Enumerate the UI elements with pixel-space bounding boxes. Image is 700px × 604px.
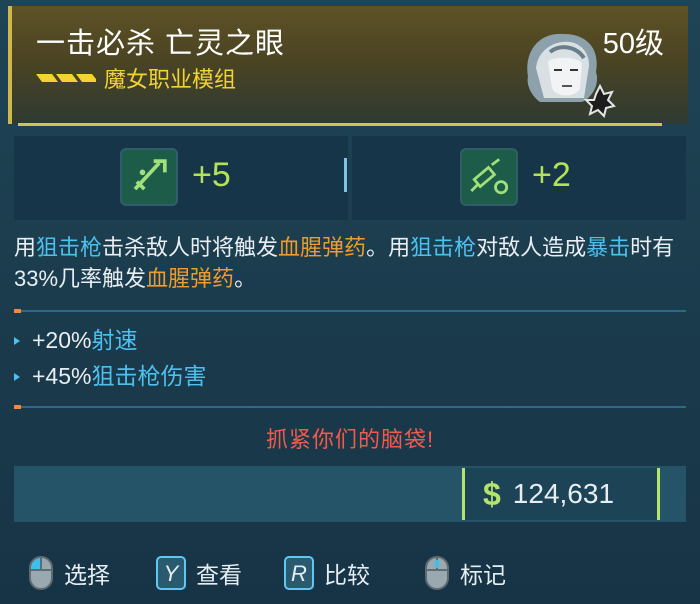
rarity-chevrons-icon (36, 74, 96, 82)
currency-icon: $ (483, 475, 501, 512)
bonus-item: +45%狙击枪伤害 (14, 358, 206, 394)
section-divider (14, 309, 686, 313)
select-control[interactable]: 选择 (28, 554, 110, 592)
key-letter: Y (164, 561, 180, 586)
bonus-label: 狙击枪伤害 (91, 363, 207, 389)
control-label: 比较 (324, 562, 370, 588)
section-divider (14, 405, 686, 409)
r-key-icon: R (284, 556, 314, 590)
syringe-skill-icon (460, 148, 518, 206)
bonus-value: +20% (32, 327, 92, 353)
bonus-label: 射速 (91, 327, 138, 353)
bullet-arrow-icon (14, 337, 20, 345)
header-divider (18, 123, 662, 126)
item-card: 一击必杀 亡灵之眼 50级 魔女职业模组 +5 +2 用狙击枪击杀敌人时将触发血… (0, 0, 700, 604)
stat-value-1: +5 (192, 156, 231, 194)
mouse-icon (425, 556, 449, 590)
mark-control[interactable]: 标记 (424, 554, 506, 592)
stat-box-2: +2 (352, 136, 686, 220)
y-key-icon: Y (156, 556, 186, 590)
stat-value-2: +2 (532, 156, 571, 194)
control-label: 查看 (196, 562, 242, 588)
item-subtitle: 魔女职业模组 (104, 67, 237, 92)
siren-portrait-icon (527, 33, 616, 118)
inspect-control[interactable]: Y 查看 (156, 554, 242, 592)
desc-text: 对敌人造成 (476, 235, 587, 260)
item-header: 一击必杀 亡灵之眼 50级 魔女职业模组 (8, 6, 688, 124)
item-title: 一击必杀 亡灵之眼 (36, 28, 286, 60)
keyword-critical-hit: 暴击 (586, 235, 631, 260)
desc-text: 用 (14, 235, 37, 260)
price-value: 124,631 (512, 478, 615, 509)
stat-box-1: +5 (14, 136, 348, 220)
bonus-list: +20%射速 +45%狙击枪伤害 (14, 322, 206, 394)
keyword-blood-ammo: 血腥弹药 (278, 235, 367, 260)
compare-control[interactable]: R 比较 (284, 554, 370, 592)
control-label: 选择 (64, 562, 110, 588)
bonus-item: +20%射速 (14, 322, 206, 358)
controls-bar: 选择 Y 查看 R 比较 标记 (0, 540, 700, 604)
key-letter: R (291, 561, 307, 586)
desc-text: 击杀敌人时将触发 (102, 235, 279, 260)
keyword-sniper-rifle: 狙击枪 (36, 235, 103, 260)
bonus-value: +45% (32, 363, 92, 389)
control-label: 标记 (460, 562, 506, 588)
bullet-arrow-icon (14, 373, 20, 381)
keyword-blood-ammo: 血腥弹药 (146, 266, 235, 291)
sniper-rifle-skill-icon (120, 148, 178, 206)
desc-text: 。 (234, 266, 257, 291)
keyword-sniper-rifle: 狙击枪 (410, 235, 477, 260)
price-display: $ 124,631 (462, 468, 660, 520)
item-type-row: 魔女职业模组 (36, 64, 236, 92)
mouse-icon (29, 556, 53, 590)
desc-text: 。用 (366, 235, 411, 260)
flavor-text: 抓紧你们的脑袋! (265, 427, 435, 452)
item-description: 用狙击枪击杀敌人时将触发血腥弹药。用狙击枪对敌人造成暴击时有33%几率触发血腥弹… (14, 232, 686, 294)
stat-separator (344, 158, 347, 192)
